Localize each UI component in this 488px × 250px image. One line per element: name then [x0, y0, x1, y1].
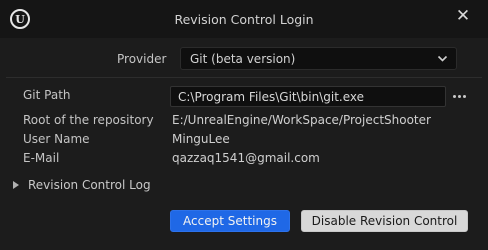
email-label: E-Mail — [23, 151, 60, 165]
revision-control-login-dialog: U Revision Control Login ✕ Provider Git … — [0, 0, 488, 250]
git-path-label: Git Path — [23, 88, 71, 102]
provider-selected-value: Git (beta version) — [190, 52, 296, 66]
repository-root-value: E:/UnrealEngine/WorkSpace/ProjectShooter — [172, 113, 431, 127]
provider-dropdown[interactable]: Git (beta version) — [180, 47, 457, 70]
dialog-title: Revision Control Login — [174, 12, 314, 27]
repository-root-label: Root of the repository — [23, 113, 154, 127]
chevron-down-icon — [437, 55, 448, 62]
git-path-input[interactable]: C:\Program Files\Git\bin\git.exe — [170, 86, 446, 107]
provider-label: Provider — [117, 52, 167, 66]
user-name-label: User Name — [23, 132, 90, 146]
expand-arrow-icon — [13, 181, 19, 189]
close-icon[interactable]: ✕ — [451, 6, 475, 26]
title-bar[interactable]: U Revision Control Login ✕ — [0, 0, 488, 38]
revision-control-log-label: Revision Control Log — [28, 178, 151, 192]
disable-revision-control-button[interactable]: Disable Revision Control — [301, 210, 468, 232]
divider — [6, 77, 482, 78]
email-value: qazzaq1541@gmail.com — [172, 151, 320, 165]
git-path-value: C:\Program Files\Git\bin\git.exe — [178, 90, 365, 104]
user-name-value: MinguLee — [172, 132, 230, 146]
ellipsis-icon[interactable] — [451, 88, 467, 104]
accept-settings-button[interactable]: Accept Settings — [170, 210, 290, 232]
